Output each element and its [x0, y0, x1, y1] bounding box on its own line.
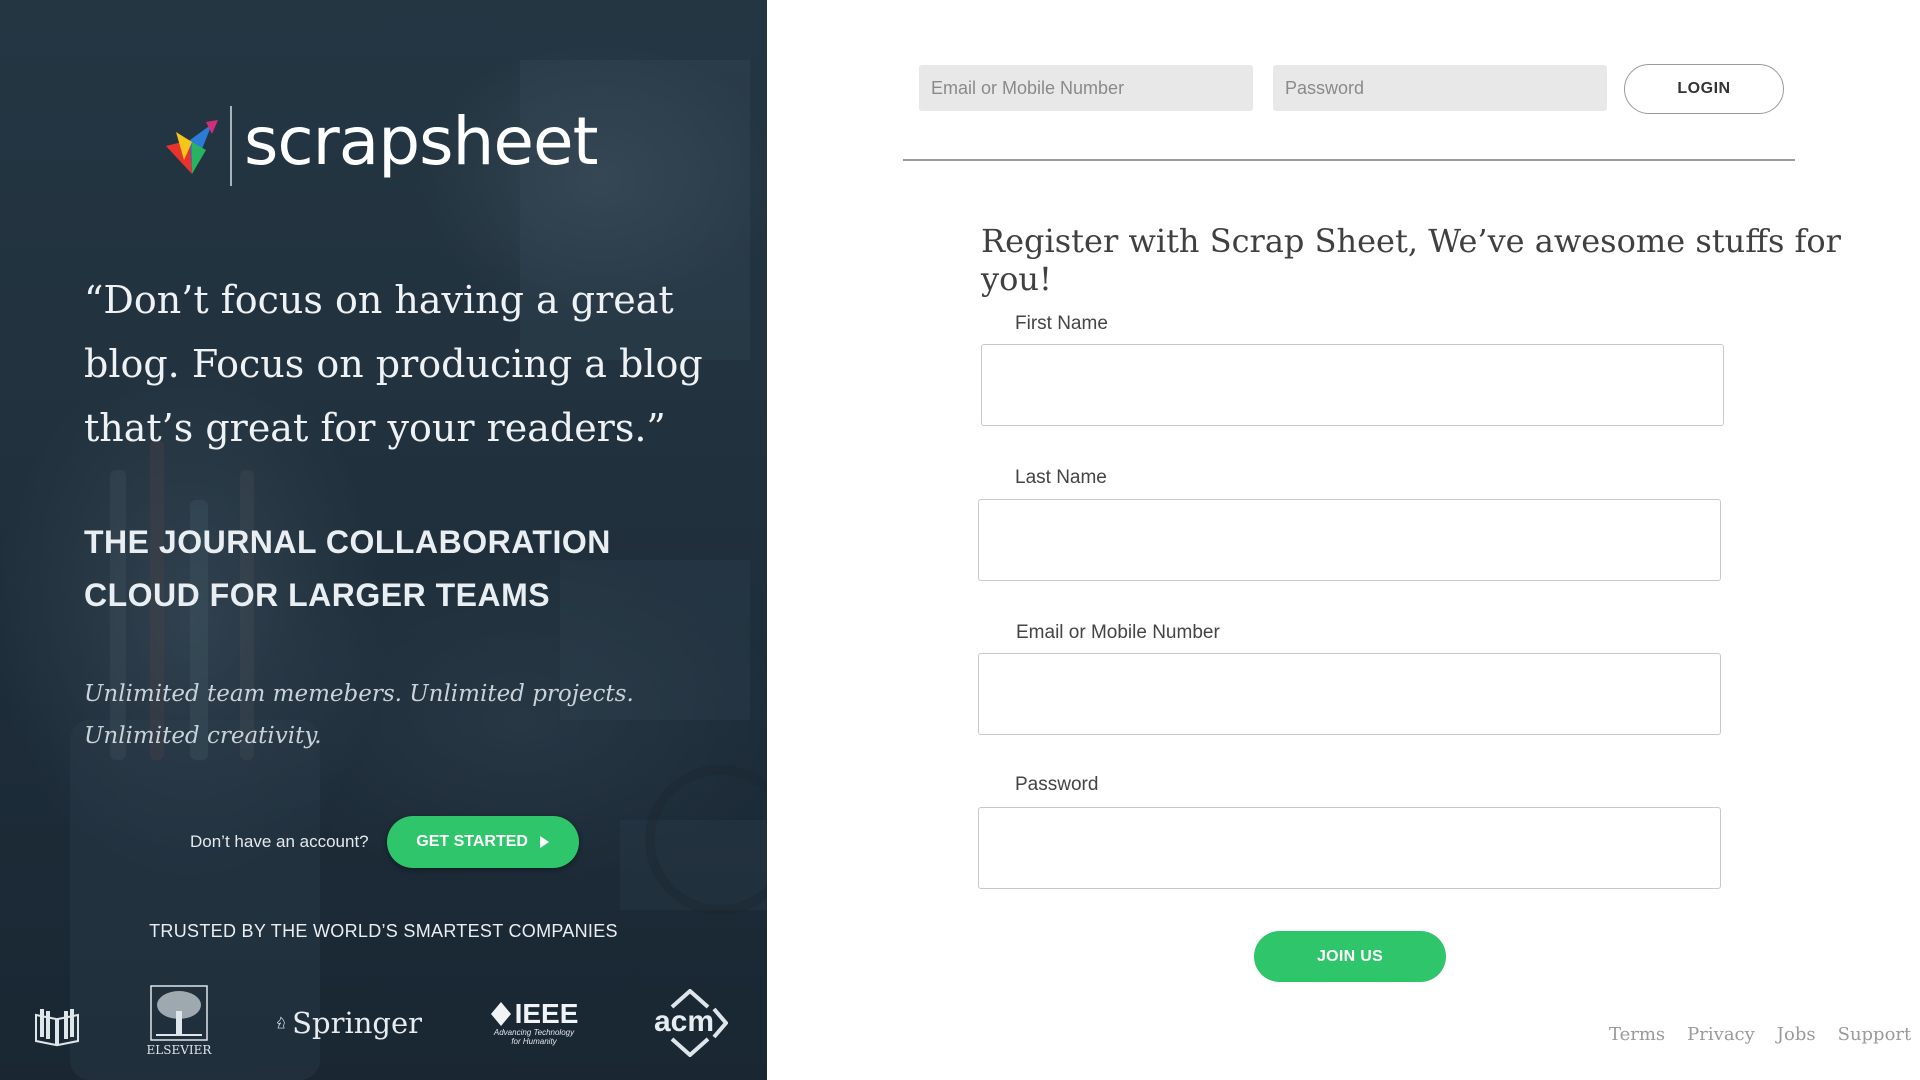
- first-name-label: First Name: [1015, 313, 1108, 334]
- footer-link-privacy[interactable]: Privacy: [1687, 1024, 1755, 1045]
- login-email-input[interactable]: [919, 65, 1253, 111]
- password-label: Password: [1015, 774, 1099, 795]
- springer-logo: Springer: [276, 1003, 422, 1043]
- register-password-input[interactable]: [978, 807, 1721, 889]
- login-bar: LOGIN: [767, 0, 1920, 161]
- knight-icon: [276, 1016, 285, 1029]
- elsevier-logo: ELSEVIER: [146, 985, 212, 1057]
- hero-tagline: THE JOURNAL COLLABORATION CLOUD FOR LARG…: [84, 524, 611, 613]
- hero-panel: scrapsheet “Don’t focus on having a grea…: [0, 0, 767, 1080]
- logo-mark-icon: [166, 120, 218, 174]
- get-started-label: GET STARTED: [416, 833, 528, 850]
- book-icon: [35, 1009, 79, 1047]
- acm-logo: acm: [652, 989, 728, 1057]
- header-divider: [903, 159, 1795, 161]
- logo-separator: [230, 106, 232, 186]
- last-name-label: Last Name: [1015, 467, 1107, 488]
- hero-quote: “Don’t focus on having a great blog. Foc…: [84, 278, 703, 450]
- partner-logos: ELSEVIER Springer IEEE Advancing Technol…: [0, 985, 767, 1065]
- acm-wordmark: acm: [654, 1005, 715, 1038]
- get-started-button[interactable]: GET STARTED: [386, 816, 579, 868]
- login-password-input[interactable]: [1273, 65, 1607, 111]
- elsevier-wordmark: ELSEVIER: [146, 1043, 212, 1057]
- footer-links: Terms Privacy Jobs Support: [1609, 1024, 1911, 1045]
- footer-link-jobs[interactable]: Jobs: [1777, 1024, 1816, 1045]
- last-name-input[interactable]: [978, 499, 1721, 581]
- cta-prompt: Don’t have an account?: [190, 832, 369, 851]
- ieee-tagline: Advancing Technology for Humanity: [493, 1028, 575, 1046]
- form-panel: LOGIN Register with Scrap Sheet, We’ve a…: [767, 0, 1920, 1080]
- trusted-heading: TRUSTED BY THE WORLD’S SMARTEST COMPANIE…: [149, 921, 618, 941]
- first-name-input[interactable]: [981, 344, 1724, 426]
- register-title: Register with Scrap Sheet, We’ve awesome…: [981, 222, 1841, 298]
- hero-subtext: Unlimited team memebers. Unlimited proje…: [84, 681, 634, 749]
- tree-icon: [150, 985, 208, 1041]
- email-label: Email or Mobile Number: [1016, 622, 1220, 643]
- join-us-button[interactable]: JOIN US: [1254, 931, 1446, 982]
- footer-link-support[interactable]: Support: [1838, 1024, 1912, 1045]
- ijsrp-logo: [30, 1003, 84, 1051]
- play-arrow-icon: [539, 836, 549, 848]
- footer-link-terms[interactable]: Terms: [1609, 1024, 1665, 1045]
- signup-cta: Don’t have an account? GET STARTED: [190, 816, 579, 868]
- diamond-icon: [490, 1002, 511, 1026]
- springer-wordmark: Springer: [292, 1006, 422, 1040]
- logo-wordmark: scrapsheet: [244, 103, 598, 180]
- login-button[interactable]: LOGIN: [1624, 64, 1784, 114]
- logo[interactable]: scrapsheet: [162, 103, 598, 187]
- ieee-wordmark: IEEE: [514, 998, 579, 1029]
- register-email-input[interactable]: [978, 653, 1721, 735]
- ieee-logo: IEEE Advancing Technology for Humanity: [490, 995, 578, 1051]
